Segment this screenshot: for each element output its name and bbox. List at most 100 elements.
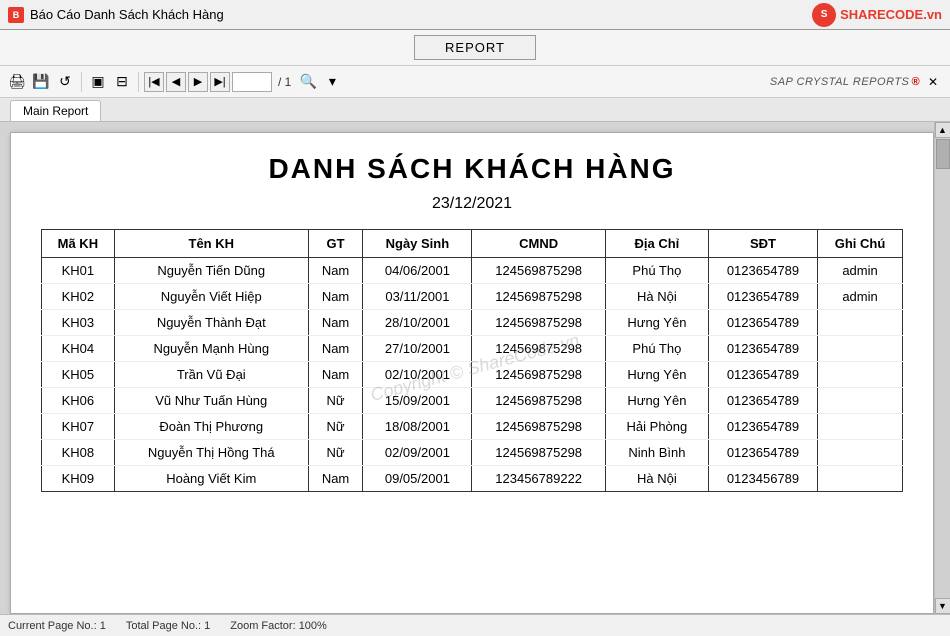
print-icon[interactable]: 🖨 <box>6 71 28 93</box>
table-row: KH04Nguyễn Mạnh HùngNam27/10/20011245698… <box>42 336 903 362</box>
toolbar: REPORT <box>0 30 950 66</box>
cell-6-6: 0123654789 <box>708 414 817 440</box>
cell-6-2: Nữ <box>308 414 363 440</box>
search-icon[interactable]: 🔍 <box>297 71 319 93</box>
col-header-tenkh: Tên KH <box>114 230 308 258</box>
save-icon[interactable]: 💾 <box>30 71 52 93</box>
cell-2-7 <box>818 310 903 336</box>
cell-0-3: 04/06/2001 <box>363 258 472 284</box>
col-header-cmnd: CMND <box>472 230 605 258</box>
cell-3-2: Nam <box>308 336 363 362</box>
cell-0-0: KH01 <box>42 258 115 284</box>
panel-icon[interactable]: ⊟ <box>111 71 133 93</box>
scroll-track <box>935 138 950 598</box>
cell-8-1: Hoàng Viết Kim <box>114 466 308 492</box>
cell-8-6: 0123456789 <box>708 466 817 492</box>
zoom-status: Zoom Factor: 100% <box>230 620 327 632</box>
cell-6-5: Hải Phòng <box>605 414 708 440</box>
cell-7-2: Nữ <box>308 440 363 466</box>
zoom-icon[interactable]: ▾ <box>321 71 343 93</box>
nav-next-button[interactable]: ▶ <box>188 72 208 92</box>
cell-4-3: 02/10/2001 <box>363 362 472 388</box>
cell-4-4: 124569875298 <box>472 362 605 388</box>
cell-1-1: Nguyễn Viết Hiệp <box>114 284 308 310</box>
status-bar: Current Page No.: 1 Total Page No.: 1 Zo… <box>0 614 950 636</box>
cell-7-3: 02/09/2001 <box>363 440 472 466</box>
title-bar: B Báo Cáo Danh Sách Khách Hàng S SHARECO… <box>0 0 950 30</box>
cell-1-2: Nam <box>308 284 363 310</box>
cell-2-2: Nam <box>308 310 363 336</box>
cell-8-3: 09/05/2001 <box>363 466 472 492</box>
current-page-status: Current Page No.: 1 <box>8 620 106 632</box>
report-button[interactable]: REPORT <box>414 35 536 60</box>
cell-5-3: 15/09/2001 <box>363 388 472 414</box>
cell-6-1: Đoàn Thị Phương <box>114 414 308 440</box>
cell-1-7: admin <box>818 284 903 310</box>
logo-area: S SHARECODE.vn <box>812 3 942 27</box>
cell-5-5: Hưng Yên <box>605 388 708 414</box>
col-header-ngaysinh: Ngày Sinh <box>363 230 472 258</box>
table-body: KH01Nguyễn Tiến DũngNam04/06/20011245698… <box>42 258 903 492</box>
scroll-down-button[interactable]: ▼ <box>935 598 950 614</box>
table-row: KH08Nguyễn Thị Hồng TháNữ02/09/200112456… <box>42 440 903 466</box>
cell-6-3: 18/08/2001 <box>363 414 472 440</box>
main-content: DANH SÁCH KHÁCH HÀNG 23/12/2021 Mã KH Tê… <box>0 122 950 614</box>
cell-0-1: Nguyễn Tiến Dũng <box>114 258 308 284</box>
sap-label: SAP CRYSTAL REPORTS® <box>770 76 920 88</box>
cell-1-5: Hà Nội <box>605 284 708 310</box>
page-number-input[interactable]: 1 <box>232 72 272 92</box>
toggle-icon[interactable]: ▣ <box>87 71 109 93</box>
cell-7-7 <box>818 440 903 466</box>
table-row: KH03Nguyễn Thành ĐạtNam28/10/20011245698… <box>42 310 903 336</box>
cell-0-7: admin <box>818 258 903 284</box>
cell-7-6: 0123654789 <box>708 440 817 466</box>
cell-0-2: Nam <box>308 258 363 284</box>
cell-7-0: KH08 <box>42 440 115 466</box>
title-bar-left: B Báo Cáo Danh Sách Khách Hàng <box>8 7 224 23</box>
cell-3-7 <box>818 336 903 362</box>
table-row: KH05Trần Vũ ĐạiNam02/10/2001124569875298… <box>42 362 903 388</box>
cell-5-1: Vũ Như Tuấn Hùng <box>114 388 308 414</box>
title-bar-right: S SHARECODE.vn <box>812 3 942 27</box>
scroll-up-button[interactable]: ▲ <box>935 122 950 138</box>
scroll-thumb[interactable] <box>936 139 950 169</box>
cell-4-1: Trần Vũ Đại <box>114 362 308 388</box>
cell-5-6: 0123654789 <box>708 388 817 414</box>
page-total: / 1 <box>278 75 291 89</box>
nav-prev-button[interactable]: ◀ <box>166 72 186 92</box>
cell-8-0: KH09 <box>42 466 115 492</box>
nav-last-button[interactable]: ▶| <box>210 72 230 92</box>
cell-2-4: 124569875298 <box>472 310 605 336</box>
cell-2-1: Nguyễn Thành Đạt <box>114 310 308 336</box>
table-row: KH01Nguyễn Tiến DũngNam04/06/20011245698… <box>42 258 903 284</box>
data-table: Mã KH Tên KH GT Ngày Sinh CMND Địa Chỉ S… <box>41 229 903 492</box>
cell-4-5: Hưng Yên <box>605 362 708 388</box>
table-header-row: Mã KH Tên KH GT Ngày Sinh CMND Địa Chỉ S… <box>42 230 903 258</box>
cell-4-0: KH05 <box>42 362 115 388</box>
cell-3-3: 27/10/2001 <box>363 336 472 362</box>
table-row: KH02Nguyễn Viết HiệpNam03/11/20011245698… <box>42 284 903 310</box>
scrollbar[interactable]: ▲ ▼ <box>934 122 950 614</box>
refresh-icon[interactable]: ↺ <box>54 71 76 93</box>
total-page-status: Total Page No.: 1 <box>126 620 210 632</box>
nav-first-button[interactable]: |◀ <box>144 72 164 92</box>
cell-1-4: 124569875298 <box>472 284 605 310</box>
cell-3-4: 124569875298 <box>472 336 605 362</box>
cell-2-3: 28/10/2001 <box>363 310 472 336</box>
cell-0-6: 0123654789 <box>708 258 817 284</box>
col-header-gt: GT <box>308 230 363 258</box>
cell-6-0: KH07 <box>42 414 115 440</box>
cell-0-4: 124569875298 <box>472 258 605 284</box>
tab-main-report[interactable]: Main Report <box>10 100 101 121</box>
close-panel-icon[interactable]: ✕ <box>922 71 944 93</box>
cell-6-7 <box>818 414 903 440</box>
icon-toolbar: 🖨 💾 ↺ ▣ ⊟ |◀ ◀ ▶ ▶| 1 / 1 🔍 ▾ SAP CRYSTA… <box>0 66 950 98</box>
cell-8-7 <box>818 466 903 492</box>
cell-2-5: Hưng Yên <box>605 310 708 336</box>
cell-2-0: KH03 <box>42 310 115 336</box>
cell-5-7 <box>818 388 903 414</box>
cell-5-4: 124569875298 <box>472 388 605 414</box>
table-row: KH07Đoàn Thị PhươngNữ18/08/2001124569875… <box>42 414 903 440</box>
col-header-ghichu: Ghi Chú <box>818 230 903 258</box>
cell-7-4: 124569875298 <box>472 440 605 466</box>
